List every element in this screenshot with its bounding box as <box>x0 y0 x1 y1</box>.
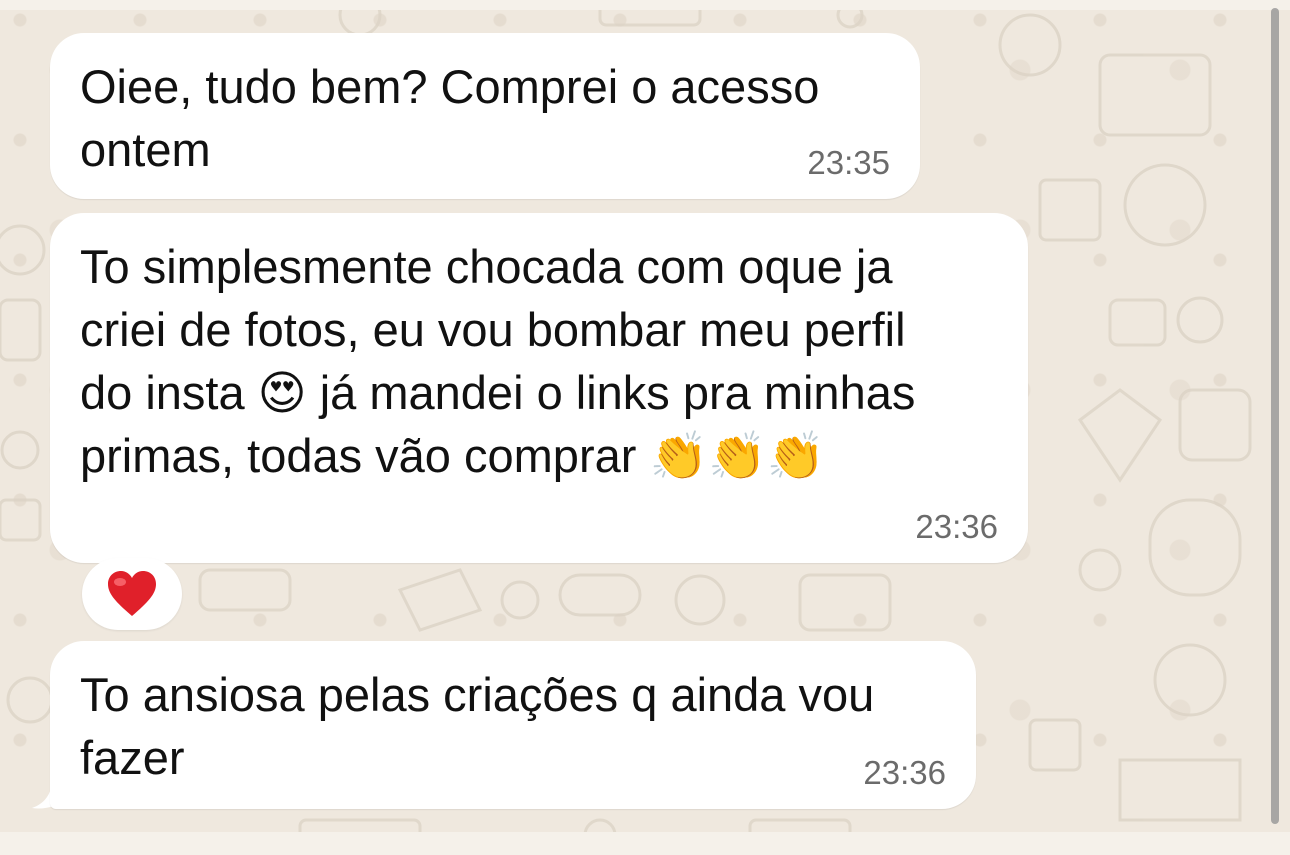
message-bubble[interactable]: To simplesmente chocada com oque ja crie… <box>50 213 1028 563</box>
message-time: 23:36 <box>863 754 946 791</box>
bottom-edge <box>0 832 1290 855</box>
message-bubble[interactable]: Oiee, tudo bem? Comprei o acesso ontem 2… <box>50 33 920 199</box>
message-bubble[interactable]: To ansiosa pelas criações q ainda vou fa… <box>50 641 976 809</box>
scrollbar[interactable] <box>1271 8 1279 824</box>
top-edge <box>0 0 1290 10</box>
message-time: 23:35 <box>807 144 890 181</box>
message-text: Oiee, tudo bem? Comprei o acesso ontem <box>80 60 820 176</box>
message-text: To simplesmente chocada com oque ja crie… <box>80 240 916 482</box>
message-time: 23:36 <box>915 508 998 545</box>
message-text: To ansiosa pelas criações q ainda vou fa… <box>80 668 875 784</box>
reaction-badge[interactable] <box>82 558 182 630</box>
heart-icon <box>108 571 156 616</box>
